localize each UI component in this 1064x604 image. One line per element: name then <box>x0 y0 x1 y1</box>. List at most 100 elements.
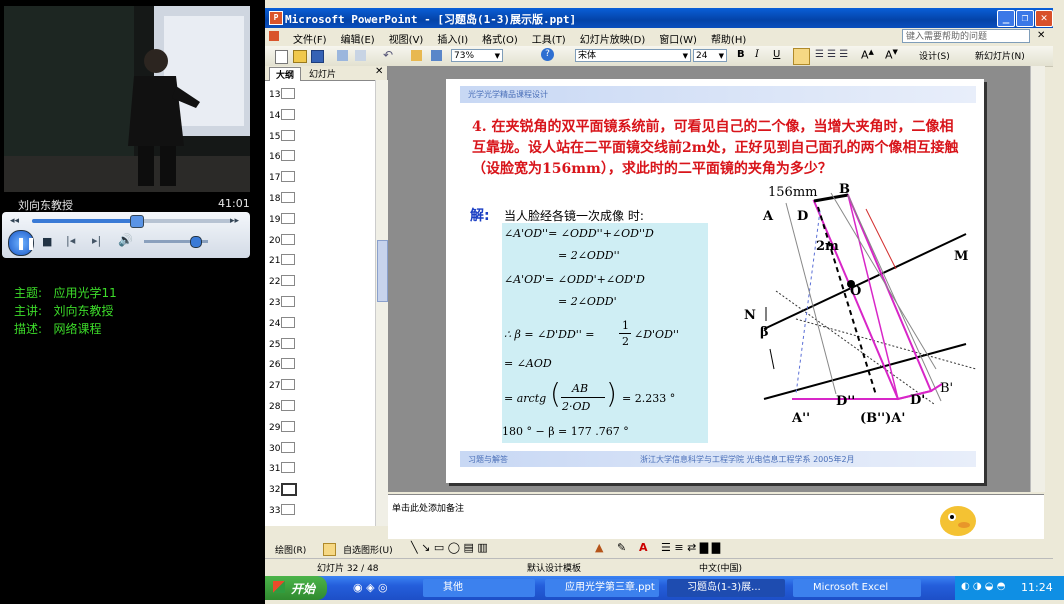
slide-thumbnail[interactable]: 16 <box>269 150 295 162</box>
close-button[interactable]: ✕ <box>1035 10 1053 27</box>
italic-button[interactable]: I <box>755 49 759 60</box>
menu-item[interactable]: 格式(O) <box>482 31 518 46</box>
align-icons[interactable]: ☰ ☰ ☰ <box>815 49 848 60</box>
task-ppt-active[interactable]: 习题岛(1-3)展... <box>667 579 785 597</box>
maximize-button[interactable]: ❐ <box>1016 10 1034 27</box>
thumbnail-box <box>281 88 295 99</box>
undo-icon[interactable]: ↶ <box>383 48 393 62</box>
tray-icons[interactable]: ◐ ◑ ◒ ◓ <box>961 581 1005 592</box>
slide-thumbnail[interactable]: 25 <box>269 337 295 350</box>
speaker-icon[interactable]: 🔊 <box>118 233 133 247</box>
font-select[interactable]: 宋体 ▼ <box>575 49 691 62</box>
panel-close-icon[interactable]: ✕ <box>375 66 383 77</box>
line-color-icon[interactable]: ✎ <box>617 541 626 554</box>
video-frame[interactable] <box>4 6 250 192</box>
thumbnail-box <box>281 462 295 474</box>
zoom-select[interactable]: 73% ▼ <box>451 49 503 62</box>
slide-thumbnail[interactable]: 26 <box>269 358 295 370</box>
underline-button[interactable]: U <box>773 49 780 60</box>
menu-item[interactable]: 帮助(H) <box>711 31 746 46</box>
slide-thumbnail[interactable]: 30 <box>269 441 295 454</box>
font-size-select[interactable]: 24 ▼ <box>693 49 727 62</box>
minimize-button[interactable]: _ <box>997 10 1015 27</box>
design-button[interactable]: 设计(S) <box>919 49 950 62</box>
menu-item[interactable]: 视图(V) <box>389 31 424 46</box>
rewind-icon[interactable]: ◂◂ <box>10 216 19 226</box>
fill-color-icon[interactable]: ▲ <box>595 541 603 554</box>
new-slide-button[interactable]: 新幻灯片(N) <box>975 49 1025 62</box>
slide-thumbnail[interactable]: 32 <box>269 483 297 497</box>
font-grow-icon[interactable]: A▲ <box>861 48 874 62</box>
thumbnail-number: 13 <box>269 90 281 100</box>
tab-slides[interactable]: 幻灯片 <box>309 67 336 80</box>
scroll-thumb[interactable] <box>377 240 388 302</box>
slide-thumbnail[interactable]: 33 <box>269 504 295 516</box>
slide-thumbnail[interactable]: 31 <box>269 462 295 474</box>
previous-icon[interactable]: |◂ <box>66 234 75 247</box>
new-icon[interactable] <box>275 50 288 64</box>
font-shrink-icon[interactable]: A▼ <box>885 48 898 62</box>
slide-thumbnail[interactable]: 17 <box>269 171 295 183</box>
volume-handle[interactable] <box>190 236 203 248</box>
tab-outline[interactable]: 大纲 <box>269 67 302 81</box>
slide-thumbnail[interactable]: 20 <box>269 233 295 246</box>
task-excel[interactable]: Microsoft Excel <box>793 579 921 597</box>
menu-item[interactable]: 窗口(W) <box>659 31 697 46</box>
menu-item[interactable]: 文件(F) <box>293 31 327 46</box>
slide-thumbnail[interactable]: 13 <box>269 88 295 100</box>
bold-button[interactable]: B <box>737 49 745 60</box>
slide-thumbnail[interactable]: 29 <box>269 420 295 433</box>
notes-pane[interactable]: 单击此处添加备注 <box>388 494 1044 539</box>
slide-thumbnail[interactable]: 15 <box>269 129 295 142</box>
align-left-button[interactable] <box>793 48 810 65</box>
pause-button[interactable]: ❚❚ <box>8 230 36 256</box>
task-excel-label: Microsoft Excel <box>813 582 889 593</box>
slide-thumbnail[interactable]: 18 <box>269 192 295 204</box>
draw-menu[interactable]: 绘图(R) <box>275 543 306 556</box>
thumbnail-number: 30 <box>269 443 281 454</box>
font-color-icon[interactable]: A <box>639 541 648 554</box>
editor-scrollbar[interactable] <box>1030 66 1045 492</box>
print-icon[interactable] <box>337 50 348 61</box>
caption-time: 41:01 <box>218 197 250 210</box>
open-icon[interactable] <box>293 50 307 63</box>
forward-icon[interactable]: ▸▸ <box>230 216 239 226</box>
task-other[interactable]: 其他 <box>423 579 535 597</box>
stop-icon[interactable]: ■ <box>42 235 52 248</box>
panel-scrollbar[interactable] <box>375 80 388 526</box>
slide-thumbnail[interactable]: 23 <box>269 296 295 308</box>
seek-handle[interactable] <box>130 215 144 228</box>
save-icon[interactable] <box>311 50 324 63</box>
cut-icon[interactable] <box>355 50 366 61</box>
slide-thumbnail[interactable]: 14 <box>269 108 295 121</box>
line-arrow-shape-icons[interactable]: ╲ ↘ ▭ ◯ ▤ ▥ <box>411 541 488 554</box>
slide-thumbnail[interactable]: 24 <box>269 316 295 329</box>
doc-close-icon[interactable]: ✕ <box>1037 30 1045 41</box>
table-icon[interactable] <box>431 50 442 61</box>
chart-icon[interactable] <box>411 50 422 61</box>
label-b: B <box>839 182 850 197</box>
slide-thumbnail[interactable]: 19 <box>269 212 295 225</box>
task-ppt-chapter[interactable]: 应用光学第三章.ppt <box>545 579 659 597</box>
menu-item[interactable]: 编辑(E) <box>341 31 375 46</box>
menu-item[interactable]: 工具(T) <box>532 31 566 46</box>
outline-panel: 大纲 幻灯片 ✕ 13 14 15 16 17 18 19 20 21 22 23 24 25 26 27 2… <box>265 66 388 526</box>
slide-thumbnail[interactable]: 27 <box>269 379 295 391</box>
slide-thumbnail[interactable]: 22 <box>269 275 295 287</box>
quick-launch-icons[interactable]: ◉ ◈ ◎ <box>353 581 388 594</box>
slide-canvas[interactable]: 光学光学精品课程设计 4. 在夹锐角的双平面镜系统前，可看见自己的二个像，当增大… <box>446 79 984 483</box>
slide-thumbnail[interactable]: 21 <box>269 254 295 266</box>
office-assistant-icon[interactable] <box>928 495 988 539</box>
help-search-input[interactable]: 键入需要帮助的问题 <box>902 29 1030 43</box>
line-style-icons[interactable]: ☰ ≡ ⇄ ▇ ▇ <box>661 541 720 554</box>
select-objects-icon[interactable] <box>323 543 336 556</box>
menu-item[interactable]: 插入(I) <box>437 31 468 46</box>
slide-thumbnail[interactable]: 28 <box>269 400 295 412</box>
help-icon[interactable]: ? <box>541 48 554 61</box>
next-icon[interactable]: ▸| <box>92 234 101 247</box>
menu-item[interactable]: 幻灯片放映(D) <box>580 31 646 46</box>
equation-2a: ∠A'OD'= ∠ODD'+∠OD'D <box>504 273 645 286</box>
autoshape-menu[interactable]: 自选图形(U) <box>343 543 393 556</box>
thumbnail-box <box>281 379 295 391</box>
start-button[interactable]: 开始 <box>265 576 327 600</box>
